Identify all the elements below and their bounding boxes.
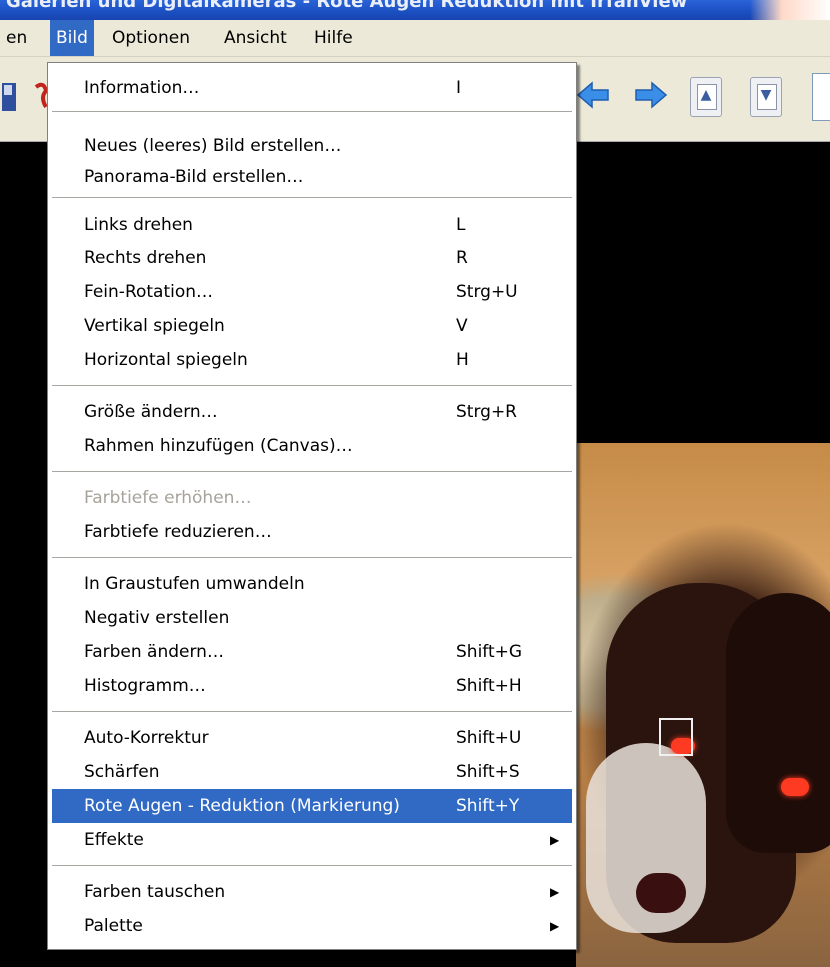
page-down-icon[interactable]: ▼	[750, 77, 782, 117]
menu-separator	[52, 197, 572, 198]
menu-optionen[interactable]: Optionen	[106, 20, 196, 56]
menu-item-farbtiefe-erhoehen: Farbtiefe erhöhen…	[84, 488, 252, 508]
menu-separator	[52, 711, 572, 712]
submenu-arrow-icon: ▶	[550, 919, 560, 933]
menu-item-panorama[interactable]: Panorama-Bild erstellen…	[48, 160, 576, 194]
menu-item-schaerfen[interactable]: Schärfen Shift+S	[48, 755, 576, 789]
menu-item-groesse-aendern[interactable]: Größe ändern… Strg+R	[48, 395, 576, 429]
zoom-field[interactable]	[812, 73, 830, 121]
menu-separator	[52, 111, 572, 112]
page-up-icon[interactable]: ▲	[690, 77, 722, 117]
menu-separator	[52, 471, 572, 472]
menu-item-histogramm[interactable]: Histogramm… Shift+H	[48, 669, 576, 703]
menu-item-effekte[interactable]: Effekte ▶	[48, 823, 576, 857]
submenu-arrow-icon: ▶	[550, 885, 560, 899]
menu-separator	[52, 557, 572, 558]
menu-hilfe[interactable]: Hilfe	[308, 20, 359, 56]
menu-item-graustufen[interactable]: In Graustufen umwandeln	[48, 567, 576, 601]
menu-item-rahmen-hinzufuegen[interactable]: Rahmen hinzufügen (Canvas)…	[48, 429, 576, 463]
menu-item-links-drehen[interactable]: Links drehen L	[48, 208, 576, 242]
menu-item-farben-aendern[interactable]: Farben ändern… Shift+G	[48, 635, 576, 669]
window-title: Galerien und Digitalkameras - Rote Augen…	[6, 0, 688, 12]
next-icon[interactable]	[632, 75, 668, 115]
menu-item-farben-tauschen[interactable]: Farben tauschen ▶	[48, 875, 576, 909]
menu-ansicht[interactable]: Ansicht	[218, 20, 293, 56]
prev-icon[interactable]	[576, 75, 612, 115]
menu-item-neues-bild[interactable]: Neues (leeres) Bild erstellen…	[48, 129, 576, 163]
title-bar: Galerien und Digitalkameras - Rote Augen…	[0, 0, 830, 20]
submenu-arrow-icon: ▶	[550, 833, 560, 847]
bild-dropdown-menu: Information… I Neues (leeres) Bild erste…	[47, 62, 577, 950]
menu-bild[interactable]: Bild	[50, 20, 94, 56]
menu-item-palette[interactable]: Palette ▶	[48, 909, 576, 943]
menu-item-information[interactable]: Information… I	[48, 71, 576, 105]
dog-photo	[576, 443, 830, 967]
menu-separator	[52, 865, 572, 866]
menu-datei-partial[interactable]: en	[0, 20, 33, 56]
selection-rectangle[interactable]	[659, 718, 693, 756]
menu-item-auto-korrektur[interactable]: Auto-Korrektur Shift+U	[48, 721, 576, 755]
menu-item-rechts-drehen[interactable]: Rechts drehen R	[48, 241, 576, 275]
menu-item-rote-augen-reduktion[interactable]: Rote Augen - Reduktion (Markierung) Shif…	[52, 789, 572, 823]
menu-item-fein-rotation[interactable]: Fein-Rotation… Strg+U	[48, 275, 576, 309]
menu-item-farbtiefe-reduzieren[interactable]: Farbtiefe reduzieren…	[48, 515, 576, 549]
menu-separator	[52, 385, 572, 386]
save-icon[interactable]	[0, 77, 34, 117]
menu-item-vertikal-spiegeln[interactable]: Vertikal spiegeln V	[48, 309, 576, 343]
red-eye-right	[781, 778, 809, 796]
watermark-logo	[750, 0, 830, 20]
menu-item-negativ[interactable]: Negativ erstellen	[48, 601, 576, 635]
menu-item-horizontal-spiegeln[interactable]: Horizontal spiegeln H	[48, 343, 576, 377]
menu-bar: en Bild Optionen Ansicht Hilfe	[0, 20, 830, 57]
